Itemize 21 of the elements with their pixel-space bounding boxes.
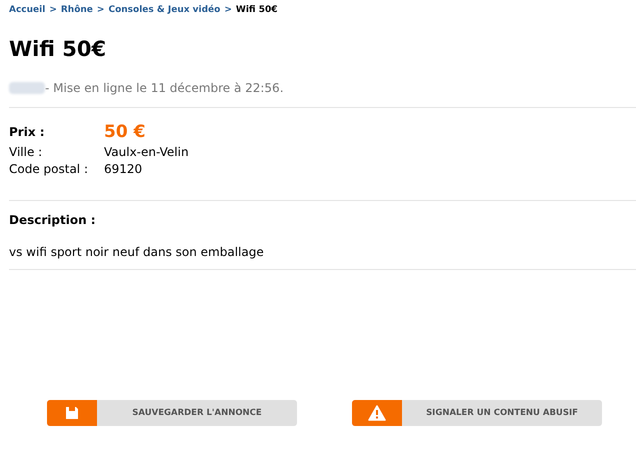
detail-value: 69120 (104, 161, 142, 178)
price-value: 50 € (104, 121, 146, 144)
warning-icon (368, 405, 386, 421)
breadcrumb-link[interactable]: Consoles & Jeux vidéo (108, 4, 220, 18)
detail-label: Ville : (9, 144, 44, 161)
description-heading: Description : (9, 212, 97, 229)
description-text: vs wifi sport noir neuf dans son emballage (9, 244, 265, 261)
breadcrumb-separator: > (224, 4, 232, 18)
breadcrumb-current: Wifi 50€ (236, 4, 278, 18)
breadcrumb-link[interactable]: Rhône (60, 4, 93, 18)
report-abuse-button[interactable]: SIGNALER UN CONTENU ABUSIF (352, 400, 602, 426)
breadcrumb-link[interactable]: Accueil (9, 4, 46, 18)
posted-date: - Mise en ligne le 11 décembre à 22:56. (45, 80, 284, 97)
breadcrumb-separator: > (49, 4, 57, 18)
save-ad-button[interactable]: SAUVEGARDER L'ANNONCE (47, 400, 297, 426)
detail-label: Code postal : (9, 161, 89, 178)
ad-title: Wifi 50€ (9, 36, 108, 62)
detail-value: Vaulx-en-Velin (104, 144, 189, 161)
breadcrumb-separator: > (96, 4, 104, 18)
blurred-name (9, 82, 45, 94)
detail-label: Prix : (9, 124, 46, 141)
